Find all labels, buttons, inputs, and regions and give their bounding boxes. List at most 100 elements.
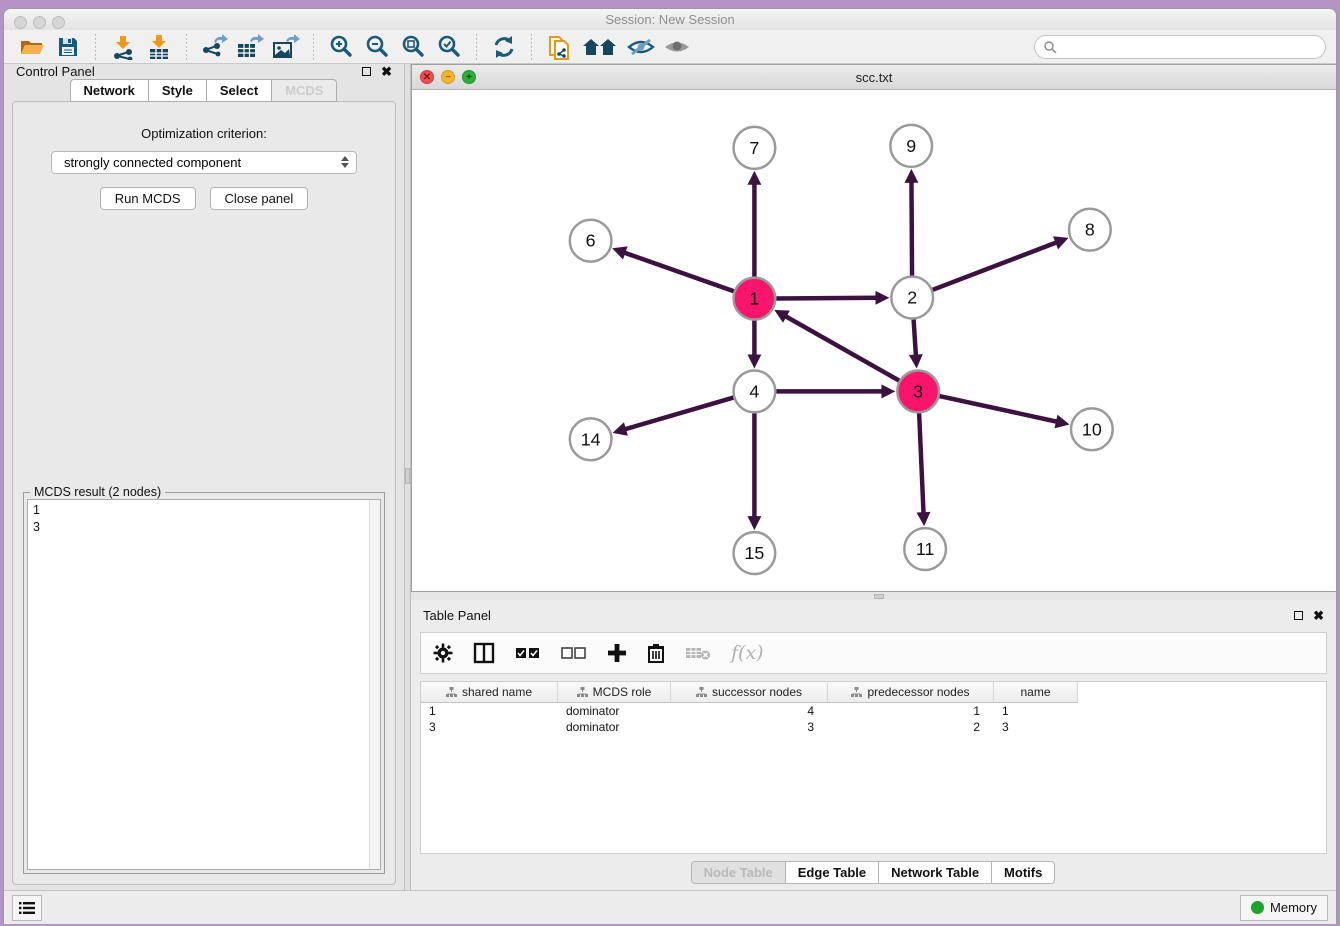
horizontal-splitter[interactable] bbox=[411, 592, 1336, 600]
splitter-grip[interactable] bbox=[874, 594, 884, 599]
open-folder-icon bbox=[19, 35, 45, 59]
clone-network-button[interactable] bbox=[544, 33, 574, 61]
toolbar-separator bbox=[95, 34, 96, 60]
go-home-button[interactable] bbox=[580, 33, 620, 61]
table-cell[interactable]: 4 bbox=[671, 703, 828, 719]
window-controls bbox=[14, 16, 65, 29]
refresh-view-button[interactable] bbox=[489, 33, 519, 61]
table-cell[interactable]: 1 bbox=[828, 703, 994, 719]
delete-row-button[interactable] bbox=[647, 638, 665, 668]
table-cell[interactable]: 3 bbox=[994, 719, 1078, 735]
graph-node-label-8: 8 bbox=[1085, 220, 1095, 240]
table-cell[interactable]: dominator bbox=[558, 719, 671, 735]
tab-node-table[interactable]: Node Table bbox=[691, 861, 786, 884]
maximize-window-button[interactable] bbox=[52, 16, 65, 29]
tab-select[interactable]: Select bbox=[206, 79, 272, 102]
close-window-button[interactable] bbox=[14, 16, 27, 29]
graph-edge-2-8[interactable] bbox=[933, 242, 1059, 290]
save-session-button[interactable] bbox=[53, 33, 83, 61]
add-row-button[interactable] bbox=[607, 638, 627, 668]
network-minimize-button[interactable]: − bbox=[441, 70, 455, 84]
mcds-result-text[interactable]: 1 3 bbox=[27, 499, 381, 870]
show-panels-button[interactable] bbox=[12, 895, 42, 921]
splitter-grip[interactable] bbox=[405, 468, 410, 484]
hide-unselected-button[interactable] bbox=[626, 33, 656, 61]
table-header-row: shared nameMCDS rolesuccessor nodes prede… bbox=[421, 682, 1326, 703]
graph-arrowhead bbox=[909, 354, 923, 368]
float-panel-icon[interactable] bbox=[362, 67, 371, 76]
column-label: predecessor nodes bbox=[867, 685, 969, 699]
graph-edge-3-10[interactable] bbox=[940, 396, 1059, 422]
graph-edge-3-1[interactable] bbox=[784, 315, 899, 380]
network-close-button[interactable]: ✕ bbox=[420, 70, 434, 84]
import-network-button[interactable] bbox=[108, 33, 138, 61]
table-row[interactable]: 1dominator411 bbox=[421, 703, 1326, 719]
dropdown-stepper-icon bbox=[341, 156, 349, 168]
tab-style[interactable]: Style bbox=[148, 79, 207, 102]
graph-edge-2-9[interactable] bbox=[911, 180, 912, 276]
unselect-all-rows-button[interactable] bbox=[561, 638, 587, 668]
table-row[interactable]: 3dominator323 bbox=[421, 719, 1326, 735]
fit-content-button[interactable] bbox=[398, 33, 428, 61]
show-all-button[interactable] bbox=[662, 33, 692, 61]
graph-edge-2-3[interactable] bbox=[914, 319, 916, 357]
export-image-button[interactable] bbox=[271, 33, 301, 61]
vertical-splitter[interactable] bbox=[404, 64, 411, 890]
network-canvas[interactable]: 7968124314101511 bbox=[412, 90, 1336, 591]
unchecked-boxes-icon bbox=[561, 646, 587, 660]
table-cell[interactable]: dominator bbox=[558, 703, 671, 719]
import-table-button[interactable] bbox=[144, 33, 174, 61]
export-network-button[interactable] bbox=[199, 33, 229, 61]
tab-network-table[interactable]: Network Table bbox=[878, 861, 992, 884]
minimize-window-button[interactable] bbox=[33, 16, 46, 29]
column-header-shared-name[interactable]: shared name bbox=[421, 682, 558, 703]
memory-button[interactable]: Memory bbox=[1240, 895, 1328, 921]
table-panel-header: Table Panel ✖ bbox=[411, 600, 1336, 630]
tab-mcds[interactable]: MCDS bbox=[271, 79, 337, 102]
graph-arrowhead bbox=[917, 512, 931, 526]
close-panel-icon[interactable]: ✖ bbox=[381, 65, 392, 78]
graph-edge-4-14[interactable] bbox=[623, 398, 733, 430]
column-header-MCDS-role[interactable]: MCDS role bbox=[558, 682, 671, 703]
network-window-title: scc.txt bbox=[856, 70, 893, 85]
column-header-predecessor-nodes[interactable]: predecessor nodes bbox=[828, 682, 994, 703]
tab-network[interactable]: Network bbox=[70, 79, 149, 102]
open-session-button[interactable] bbox=[17, 33, 47, 61]
table-cell[interactable]: 2 bbox=[828, 719, 994, 735]
tab-edge-table[interactable]: Edge Table bbox=[785, 861, 879, 884]
table-cell[interactable]: 1 bbox=[994, 703, 1078, 719]
float-table-panel-icon[interactable] bbox=[1294, 611, 1303, 620]
close-table-panel-icon[interactable]: ✖ bbox=[1313, 609, 1324, 622]
run-mcds-button[interactable]: Run MCDS bbox=[100, 187, 196, 210]
table-cell[interactable]: 3 bbox=[421, 719, 558, 735]
network-graph[interactable]: 7968124314101511 bbox=[412, 90, 1336, 591]
graph-node-label-7: 7 bbox=[749, 138, 759, 158]
zoom-in-button[interactable] bbox=[326, 33, 356, 61]
close-panel-button[interactable]: Close panel bbox=[210, 187, 309, 210]
optimization-criterion-label: Optimization criterion: bbox=[23, 126, 385, 141]
show-column-button[interactable] bbox=[473, 638, 495, 668]
zoom-selected-button[interactable] bbox=[434, 33, 464, 61]
search-input[interactable] bbox=[1034, 35, 1326, 59]
graph-edge-1-2[interactable] bbox=[776, 298, 878, 299]
graph-arrowhead bbox=[1054, 415, 1069, 429]
function-builder-button[interactable]: f(x) bbox=[731, 638, 764, 668]
criterion-dropdown[interactable]: strongly connected component bbox=[51, 151, 357, 174]
column-header-name[interactable]: name bbox=[994, 682, 1078, 703]
table-cell[interactable]: 1 bbox=[421, 703, 558, 719]
table-panel-title: Table Panel bbox=[423, 608, 491, 623]
zoom-out-button[interactable] bbox=[362, 33, 392, 61]
delete-table-button[interactable] bbox=[685, 638, 711, 668]
mcds-result-scrollbar[interactable] bbox=[369, 500, 380, 869]
export-table-button[interactable] bbox=[235, 33, 265, 61]
column-header-successor-nodes[interactable]: successor nodes bbox=[671, 682, 828, 703]
table-settings-button[interactable] bbox=[433, 638, 453, 668]
graph-node-label-15: 15 bbox=[744, 543, 764, 563]
select-all-rows-button[interactable] bbox=[515, 638, 541, 668]
graph-edge-1-6[interactable] bbox=[622, 252, 733, 291]
network-maximize-button[interactable]: + bbox=[462, 70, 476, 84]
graph-node-label-1: 1 bbox=[749, 289, 759, 309]
graph-edge-3-11[interactable] bbox=[919, 413, 923, 515]
tab-motifs[interactable]: Motifs bbox=[991, 861, 1055, 884]
table-cell[interactable]: 3 bbox=[671, 719, 828, 735]
